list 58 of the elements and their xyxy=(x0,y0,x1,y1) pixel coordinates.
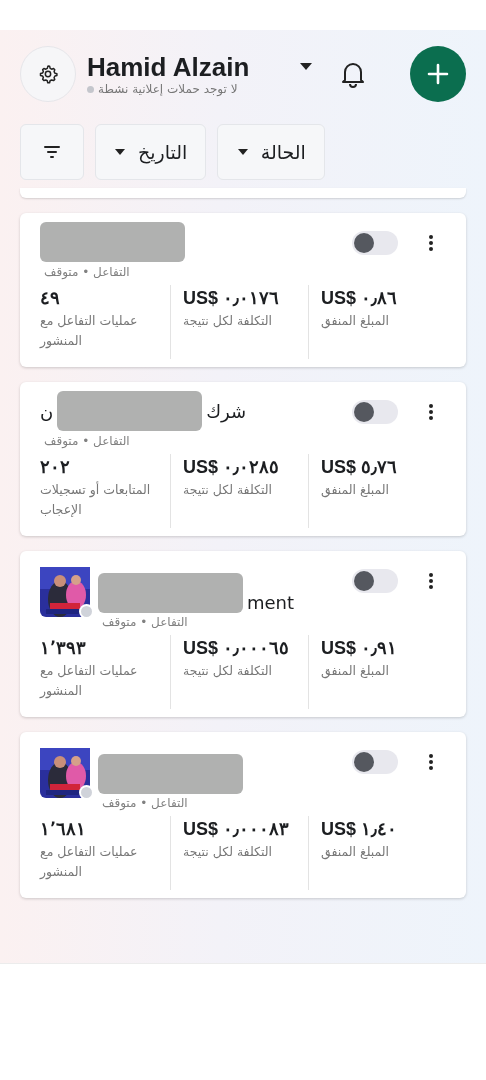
metric-label: عمليات التفاعل مع المنشور xyxy=(40,312,139,351)
metric-value: US$ ٠٫٠١٧٦ xyxy=(183,287,281,309)
campaign-title: شرك xyxy=(206,400,247,422)
toggle-switch[interactable] xyxy=(352,750,398,774)
settings-button[interactable] xyxy=(20,46,76,102)
toggle-switch[interactable] xyxy=(352,569,398,593)
metric-label: عمليات التفاعل مع المنشور xyxy=(40,843,139,882)
campaign-title: ment xyxy=(247,592,295,613)
notification-bell-icon[interactable] xyxy=(340,60,367,88)
metric-value: ٢٠٢ xyxy=(40,456,71,478)
more-options-icon[interactable] xyxy=(428,572,434,590)
account-name[interactable]: Hamid Alzain xyxy=(87,52,250,82)
metric-label: المبلغ المنفق xyxy=(321,843,391,862)
metric-label: المبلغ المنفق xyxy=(321,312,391,331)
metric-value: US$ ٠٫٩١ xyxy=(321,637,399,659)
metric-label: التكلفة لكل نتيجة xyxy=(183,843,274,861)
more-options-icon[interactable] xyxy=(428,403,434,421)
metric-label: عمليات التفاعل مع المنشور xyxy=(40,662,139,701)
caret-icon xyxy=(114,148,126,156)
metric-value: ١٬٦٨١ xyxy=(40,818,87,840)
create-button[interactable] xyxy=(410,46,466,102)
metric-label: التكلفة لكل نتيجة xyxy=(183,662,274,680)
status-dot-icon xyxy=(79,785,94,800)
caret-icon[interactable] xyxy=(299,62,314,72)
more-options-icon[interactable] xyxy=(428,234,434,252)
status-dot-icon xyxy=(79,604,94,619)
campaign-card[interactable]: ن شرك التفاعل • متوقف US$ ٥٫٧٦ المبلغ المنفق US$ ٠٫٠٢٨٥ التكلفة لكل نتيجة ٢٠٢ المتابعات أو تسجيلات الإعجاب xyxy=(20,382,466,536)
toggle-switch[interactable] xyxy=(352,231,398,255)
metric-value: US$ ٠٫٠٠٠٦٥ xyxy=(183,637,291,659)
campaign-status: التفاعل • متوقف xyxy=(43,265,130,279)
campaign-card[interactable]: التفاعل • متوقف US$ ١٫٤٠ المبلغ المنفق US$ ٠٫٠٠٠٨٣ التكلفة لكل نتيجة ١٬٦٨١ عمليات التفاعل مع المنشور xyxy=(20,732,466,898)
more-options-icon[interactable] xyxy=(428,753,434,771)
metric-value: ٤٩ xyxy=(40,287,61,309)
metric-label: المتابعات أو تسجيلات الإعجاب xyxy=(40,480,152,519)
metric-label: المبلغ المنفق xyxy=(321,481,391,500)
campaign-title: ن xyxy=(40,400,54,422)
caret-icon xyxy=(236,148,249,156)
metric-value: US$ ٥٫٧٦ xyxy=(321,456,399,478)
metric-label: التكلفة لكل نتيجة xyxy=(183,481,274,499)
campaign-status: التفاعل • متوقف xyxy=(101,615,188,629)
toggle-switch[interactable] xyxy=(352,400,398,424)
metric-value: US$ ٠٫٠٢٨٥ xyxy=(183,456,281,478)
metric-value: US$ ١٫٤٠ xyxy=(321,818,399,840)
metric-value: US$ ٠٫٨٦ xyxy=(321,287,399,309)
metric-value: US$ ٠٫٠٠٠٨٣ xyxy=(183,818,291,840)
filter-dropdown[interactable]: التاريخ xyxy=(95,124,207,180)
filter-dropdown[interactable]: الحالة xyxy=(217,124,326,180)
campaign-status: التفاعل • متوقف xyxy=(101,796,188,810)
status-dot-icon xyxy=(87,85,94,93)
account-status: لا توجد حملات إعلانية نشطة xyxy=(98,82,238,96)
settings-icon xyxy=(38,64,58,84)
campaign-status: التفاعل • متوقف xyxy=(43,434,130,448)
campaign-card[interactable]: التفاعل • متوقف US$ ٠٫٨٦ المبلغ المنفق US$ ٠٫٠١٧٦ التكلفة لكل نتيجة ٤٩ عمليات التفاعل مع المنشور xyxy=(20,213,466,367)
metric-label: المبلغ المنفق xyxy=(321,662,391,681)
plus-icon xyxy=(427,63,449,85)
metric-value: ١٬٣٩٣ xyxy=(40,637,87,659)
metric-label: التكلفة لكل نتيجة xyxy=(183,312,274,330)
filter-icon xyxy=(43,145,61,159)
